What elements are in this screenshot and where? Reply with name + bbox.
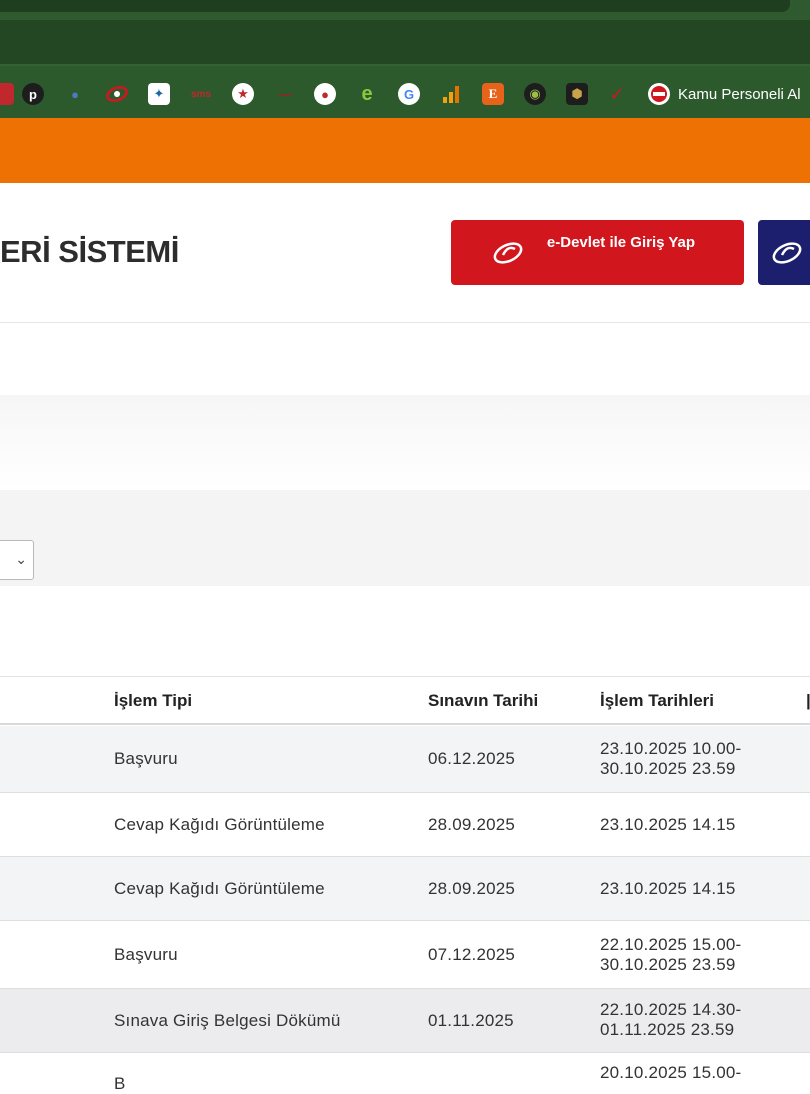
eagle-icon[interactable]: ✦ [148, 83, 170, 105]
shield-icon[interactable]: ★ [232, 83, 254, 105]
column-header-type: İşlem Tipi [114, 691, 193, 710]
row-type: Başvuru [114, 749, 178, 768]
row-dates-end: 30.10.2025 23.59 [600, 759, 736, 778]
edevlet-login-button[interactable]: e-Devlet ile Giriş Yap [451, 220, 744, 285]
address-bar[interactable] [0, 0, 790, 12]
row-type: Başvuru [114, 945, 178, 964]
row-dates-start: 20.10.2025 15.00- [600, 1063, 742, 1082]
dash-icon[interactable]: — [274, 83, 296, 105]
row-type: Cevap Kağıdı Görüntüleme [114, 815, 325, 834]
row-type: Cevap Kağıdı Görüntüleme [114, 879, 325, 898]
E-icon[interactable]: E [482, 83, 504, 105]
google-icon[interactable]: G [398, 83, 420, 105]
bars-icon[interactable] [440, 83, 462, 105]
browser-tab-strip [0, 0, 810, 20]
row-dates-start: 23.10.2025 10.00- [600, 739, 742, 758]
filter-select[interactable]: ⌄ [0, 540, 34, 580]
badge-icon[interactable]: ⬢ [566, 83, 588, 105]
globe-icon[interactable]: ◉ [524, 83, 546, 105]
row-exam-date: 28.09.2025 [428, 879, 516, 898]
page-title: ERİ SİSTEMİ [0, 234, 179, 269]
row-dates-start: 23.10.2025 14.15 [600, 815, 736, 834]
chevron-down-icon: ⌄ [15, 551, 27, 567]
row-dates-end: 30.10.2025 23.59 [600, 955, 736, 974]
sms-icon[interactable]: sms [190, 83, 212, 105]
edevlet-login-label: e-Devlet ile Giriş Yap [546, 234, 696, 251]
top-banner [0, 118, 810, 183]
edevlet-icon[interactable] [106, 83, 128, 105]
row-dates-start: 22.10.2025 15.00- [600, 935, 742, 954]
row-dates-start: 23.10.2025 14.15 [600, 879, 736, 898]
browser-toolbar [0, 20, 810, 66]
content-band [0, 395, 810, 490]
column-header-dates: İşlem Tarihleri [600, 691, 715, 710]
row-dates-end: 01.11.2025 23.59 [600, 1020, 735, 1039]
red-circle-icon[interactable] [0, 83, 14, 105]
check-icon[interactable]: ✓ [606, 83, 628, 105]
emblem-icon[interactable]: ● [314, 83, 336, 105]
drop-icon[interactable]: ● [64, 83, 86, 105]
filter-band [0, 490, 810, 586]
kpss-icon[interactable] [648, 83, 670, 105]
column-header-next: | [806, 691, 810, 710]
p-icon[interactable]: p [22, 83, 44, 105]
row-exam-date: 01.11.2025 [428, 1011, 514, 1030]
row-exam-date: 28.09.2025 [428, 815, 516, 834]
row-dates-start: 22.10.2025 14.30- [600, 1000, 742, 1019]
edevlet-logo-icon [491, 239, 525, 272]
bookmark-label[interactable]: Kamu Personeli Al [678, 86, 801, 103]
row-type: Sınava Giriş Belgesi Dökümü [114, 1011, 341, 1030]
login-logo-icon [770, 239, 804, 272]
secondary-login-button[interactable] [758, 220, 810, 285]
row-exam-date: 07.12.2025 [428, 945, 516, 964]
e-icon[interactable]: e [356, 83, 378, 105]
column-header-exam-date: Sınavın Tarihi [428, 691, 539, 710]
row-exam-date: 06.12.2025 [428, 749, 516, 768]
row-type: B [114, 1074, 126, 1093]
